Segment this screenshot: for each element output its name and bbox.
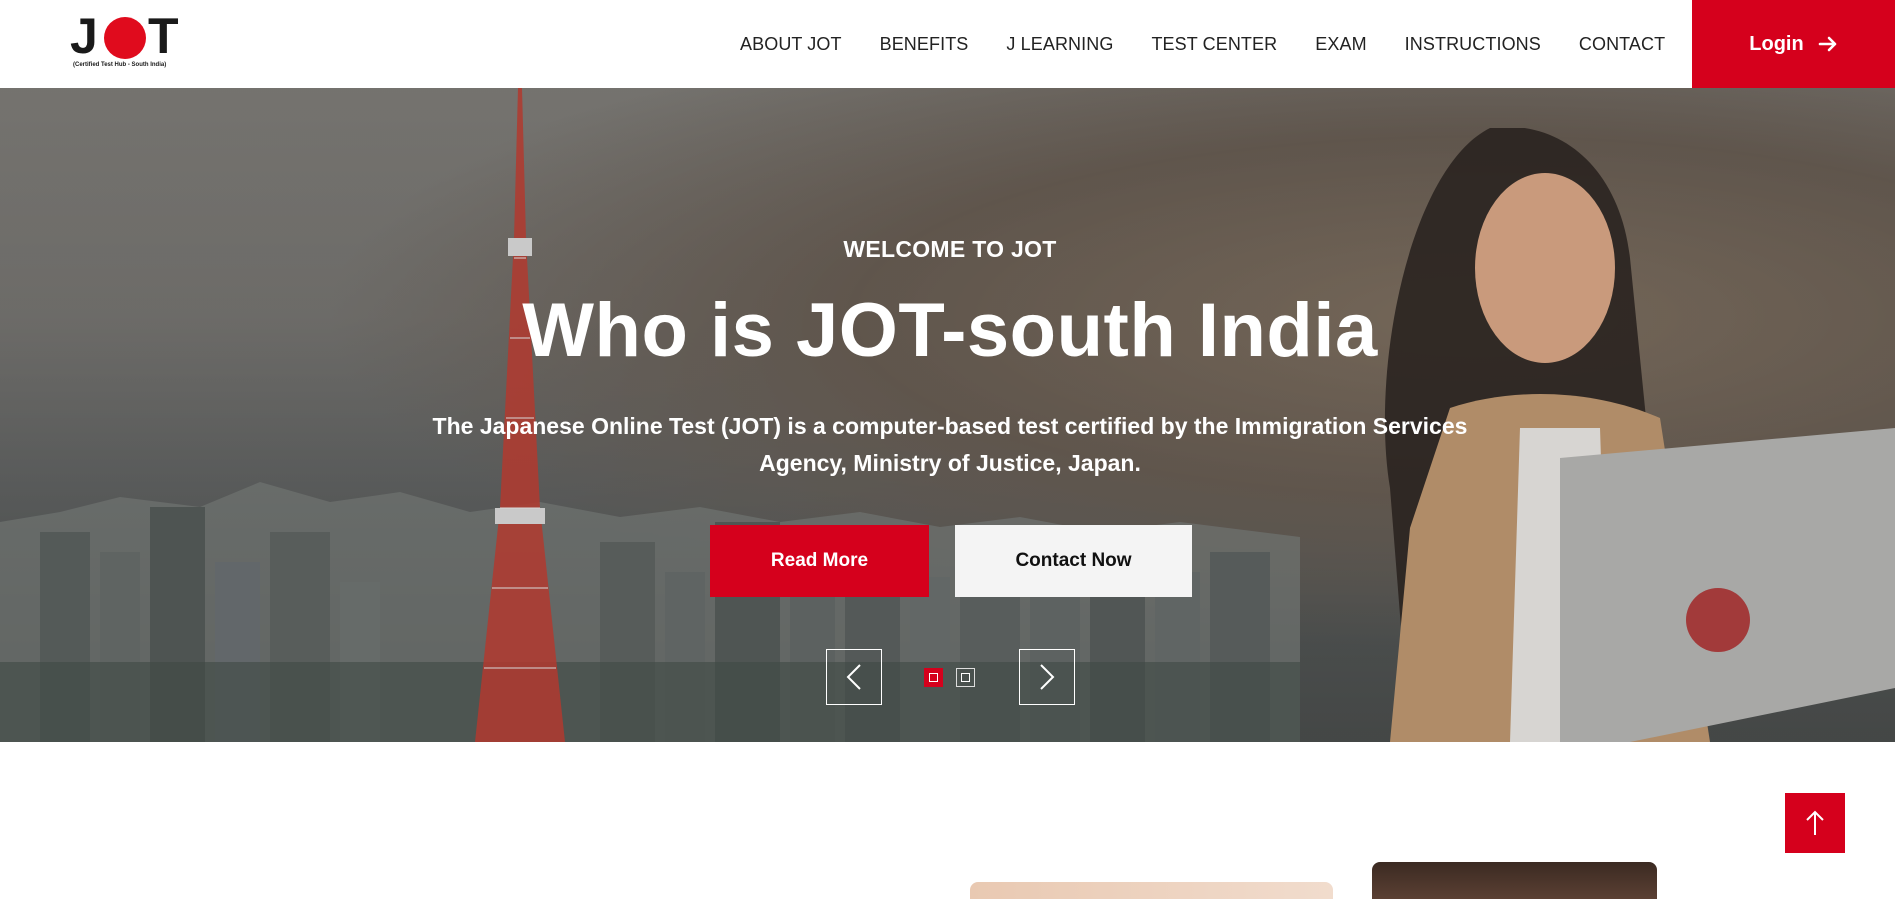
arrow-up-icon: [1806, 810, 1824, 835]
login-button[interactable]: Login: [1692, 0, 1895, 88]
nav-item-exam[interactable]: EXAM: [1315, 34, 1366, 55]
nav-item-about-jot[interactable]: ABOUT JOT: [740, 34, 842, 55]
hero-title: Who is JOT-south India: [522, 288, 1378, 373]
hero-eyebrow: WELCOME TO JOT: [843, 236, 1057, 262]
login-label: Login: [1749, 32, 1804, 55]
slider-dot-2[interactable]: [956, 668, 975, 687]
nav-item-instructions[interactable]: INSTRUCTIONS: [1405, 34, 1541, 55]
site-header: J T (Certified Test Hub - South India) A…: [0, 0, 1895, 88]
arrow-right-icon: [1818, 36, 1837, 52]
nav-item-benefits[interactable]: BENEFITS: [880, 34, 969, 55]
about-image-card-2: [1372, 862, 1657, 899]
scroll-to-top-button[interactable]: [1785, 793, 1845, 853]
nav-item-contact[interactable]: CONTACT: [1579, 34, 1665, 55]
contact-now-button[interactable]: Contact Now: [955, 525, 1192, 597]
nav-item-j-learning[interactable]: J LEARNING: [1006, 34, 1113, 55]
slider-dot-1[interactable]: [924, 668, 943, 687]
site-logo[interactable]: J T (Certified Test Hub - South India): [70, 10, 200, 74]
about-image-card-1: [970, 882, 1333, 899]
read-more-button[interactable]: Read More: [710, 525, 929, 597]
slider-next-button[interactable]: [1019, 649, 1075, 705]
chevron-right-icon: [1040, 664, 1055, 690]
hero-description: The Japanese Online Test (JOT) is a comp…: [432, 413, 1468, 476]
slider-dot-2-inner: [961, 673, 970, 682]
slider-prev-button[interactable]: [826, 649, 882, 705]
hero-content: WELCOME TO JOT Who is JOT-south India Th…: [0, 88, 1895, 742]
logo-tagline: (Certified Test Hub - South India): [73, 62, 167, 68]
hero-slider: WELCOME TO JOT Who is JOT-south India Th…: [0, 88, 1895, 742]
main-nav: ABOUT JOT BENEFITS J LEARNING TEST CENTE…: [740, 0, 1665, 88]
chevron-left-icon: [846, 664, 861, 690]
slider-dot-1-inner: [929, 673, 938, 682]
nav-item-test-center[interactable]: TEST CENTER: [1151, 34, 1277, 55]
